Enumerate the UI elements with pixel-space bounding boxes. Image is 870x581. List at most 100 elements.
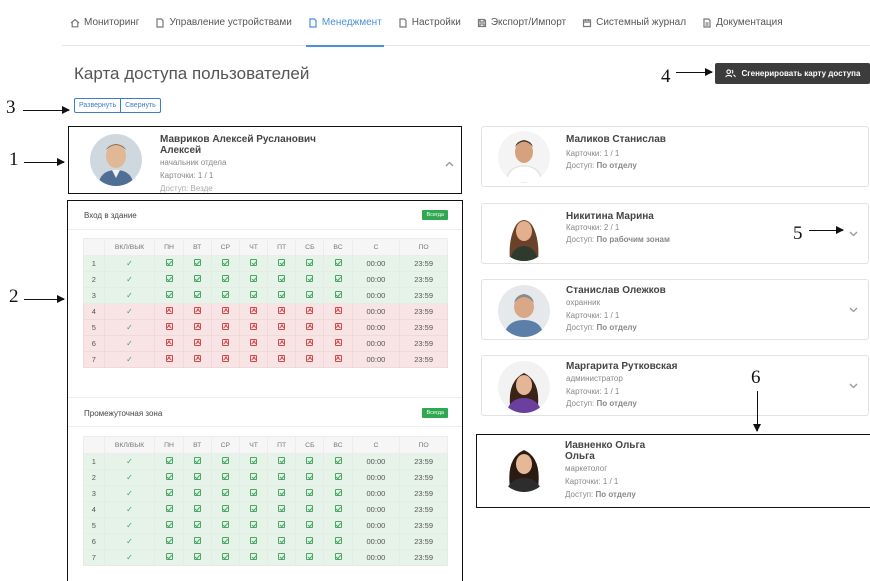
chevron-down-icon[interactable] — [849, 383, 858, 389]
chevron-up-icon[interactable] — [445, 161, 454, 167]
day-checkbox[interactable] — [267, 351, 297, 368]
day-checkbox[interactable] — [182, 287, 212, 304]
day-checkbox[interactable] — [295, 485, 325, 502]
day-checkbox[interactable] — [238, 303, 269, 320]
day-checkbox[interactable] — [238, 319, 269, 336]
day-checkbox[interactable] — [267, 271, 297, 288]
day-checkbox[interactable] — [295, 453, 325, 470]
day-checkbox[interactable] — [154, 533, 184, 550]
day-checkbox[interactable] — [323, 533, 353, 550]
nav-item-devices[interactable]: Управление устройствами — [147, 0, 299, 46]
time-to[interactable]: 23:59 — [399, 287, 448, 304]
day-checkbox[interactable] — [323, 287, 353, 304]
enabled-toggle[interactable]: ✓ — [103, 271, 156, 288]
generate-access-map-button[interactable]: Сгенерировать карту доступа — [715, 63, 870, 84]
day-checkbox[interactable] — [238, 549, 269, 566]
day-checkbox[interactable] — [182, 303, 212, 320]
time-to[interactable]: 23:59 — [399, 485, 448, 502]
nav-item-system-log[interactable]: Системный журнал — [574, 0, 694, 46]
time-from[interactable]: 00:00 — [351, 303, 401, 320]
day-checkbox[interactable] — [295, 517, 325, 534]
enabled-toggle[interactable]: ✓ — [103, 501, 156, 518]
enabled-toggle[interactable]: ✓ — [103, 335, 156, 352]
day-checkbox[interactable] — [154, 303, 184, 320]
time-from[interactable]: 00:00 — [351, 255, 401, 272]
day-checkbox[interactable] — [323, 335, 353, 352]
nav-item-export-import[interactable]: Экспорт/Импорт — [469, 0, 574, 46]
day-checkbox[interactable] — [323, 501, 353, 518]
day-checkbox[interactable] — [182, 469, 212, 486]
time-to[interactable]: 23:59 — [399, 453, 448, 470]
day-checkbox[interactable] — [295, 533, 325, 550]
day-checkbox[interactable] — [238, 287, 269, 304]
time-to[interactable]: 23:59 — [399, 533, 448, 550]
nav-item-monitoring[interactable]: Мониторинг — [62, 0, 147, 46]
day-checkbox[interactable] — [210, 351, 240, 368]
day-checkbox[interactable] — [267, 549, 297, 566]
day-checkbox[interactable] — [210, 549, 240, 566]
day-checkbox[interactable] — [154, 319, 184, 336]
day-checkbox[interactable] — [295, 319, 325, 336]
day-checkbox[interactable] — [238, 271, 269, 288]
user-card[interactable]: Маргарита Рутковская администратор Карто… — [481, 355, 869, 416]
day-checkbox[interactable] — [210, 533, 240, 550]
day-checkbox[interactable] — [267, 303, 297, 320]
day-checkbox[interactable] — [323, 255, 353, 272]
day-checkbox[interactable] — [182, 517, 212, 534]
day-checkbox[interactable] — [182, 485, 212, 502]
time-to[interactable]: 23:59 — [399, 335, 448, 352]
time-from[interactable]: 00:00 — [351, 453, 401, 470]
day-checkbox[interactable] — [210, 485, 240, 502]
user-card[interactable]: Маликов Станислав Карточки: 1 / 1 Доступ… — [481, 126, 869, 187]
day-checkbox[interactable] — [238, 501, 269, 518]
day-checkbox[interactable] — [295, 501, 325, 518]
time-from[interactable]: 00:00 — [351, 319, 401, 336]
day-checkbox[interactable] — [238, 469, 269, 486]
day-checkbox[interactable] — [238, 517, 269, 534]
collapse-all-button[interactable]: Свернуть — [120, 99, 160, 112]
chevron-down-icon[interactable] — [849, 231, 858, 237]
day-checkbox[interactable] — [267, 501, 297, 518]
day-checkbox[interactable] — [323, 517, 353, 534]
enabled-toggle[interactable]: ✓ — [103, 319, 156, 336]
day-checkbox[interactable] — [323, 319, 353, 336]
nav-item-docs[interactable]: Документация — [694, 0, 791, 46]
day-checkbox[interactable] — [323, 271, 353, 288]
chevron-down-icon[interactable] — [849, 307, 858, 313]
time-to[interactable]: 23:59 — [399, 501, 448, 518]
enabled-toggle[interactable]: ✓ — [103, 255, 156, 272]
day-checkbox[interactable] — [210, 255, 240, 272]
time-to[interactable]: 23:59 — [399, 303, 448, 320]
day-checkbox[interactable] — [267, 319, 297, 336]
day-checkbox[interactable] — [267, 287, 297, 304]
time-to[interactable]: 23:59 — [399, 469, 448, 486]
user-card[interactable]: Станислав Олежков охранник Карточки: 1 /… — [481, 279, 869, 340]
nav-item-management[interactable]: Менеджмент — [300, 0, 390, 47]
day-checkbox[interactable] — [182, 351, 212, 368]
day-checkbox[interactable] — [210, 469, 240, 486]
day-checkbox[interactable] — [267, 485, 297, 502]
day-checkbox[interactable] — [154, 549, 184, 566]
day-checkbox[interactable] — [267, 255, 297, 272]
time-from[interactable]: 00:00 — [351, 549, 401, 566]
day-checkbox[interactable] — [295, 335, 325, 352]
day-checkbox[interactable] — [154, 335, 184, 352]
expand-all-button[interactable]: Развернуть — [75, 99, 120, 112]
day-checkbox[interactable] — [182, 335, 212, 352]
time-to[interactable]: 23:59 — [399, 517, 448, 534]
day-checkbox[interactable] — [295, 287, 325, 304]
time-to[interactable]: 23:59 — [399, 351, 448, 368]
day-checkbox[interactable] — [267, 517, 297, 534]
day-checkbox[interactable] — [238, 255, 269, 272]
day-checkbox[interactable] — [323, 469, 353, 486]
time-to[interactable]: 23:59 — [399, 271, 448, 288]
day-checkbox[interactable] — [267, 469, 297, 486]
enabled-toggle[interactable]: ✓ — [103, 469, 156, 486]
day-checkbox[interactable] — [182, 549, 212, 566]
enabled-toggle[interactable]: ✓ — [103, 517, 156, 534]
day-checkbox[interactable] — [154, 351, 184, 368]
day-checkbox[interactable] — [323, 453, 353, 470]
day-checkbox[interactable] — [295, 271, 325, 288]
day-checkbox[interactable] — [210, 319, 240, 336]
day-checkbox[interactable] — [154, 517, 184, 534]
